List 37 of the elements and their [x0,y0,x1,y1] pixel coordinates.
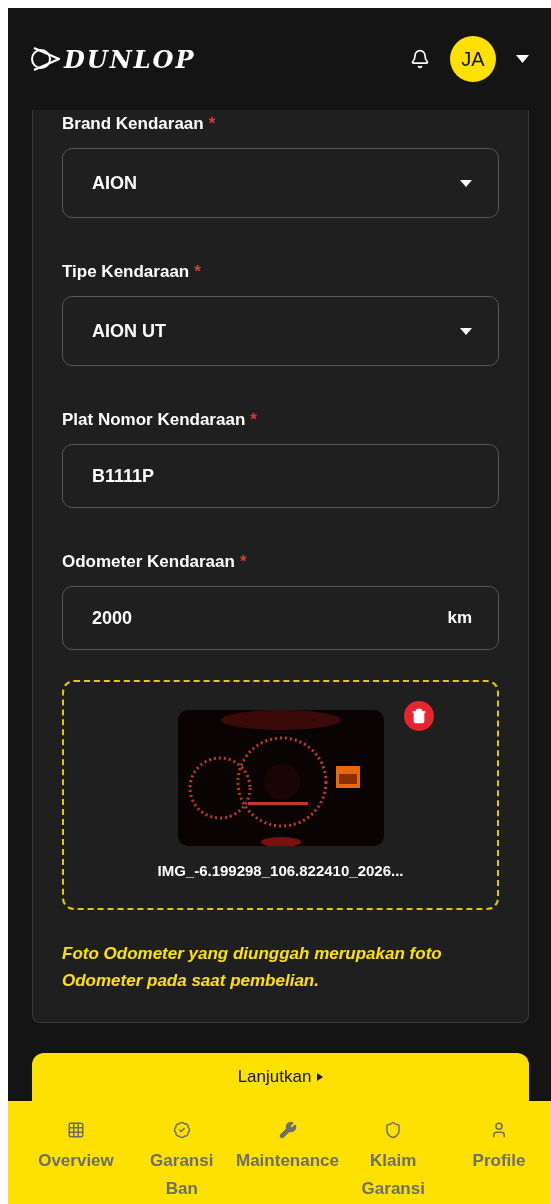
nav-item[interactable]: Overview [38,1147,114,1175]
caret-icon [460,179,472,187]
nav-item[interactable]: Maintenance [236,1147,339,1175]
arrow-right-icon [317,1073,324,1081]
select-field[interactable]: AION UT [62,296,499,366]
field-label: Tipe Kendaraan [62,262,190,281]
caret-icon [460,327,472,335]
upload-area[interactable]: IMG_-6.199298_106.822410_2026... [62,680,499,910]
logo-icon [30,46,60,72]
input-field[interactable]: 2000 km [62,586,499,650]
continue-button[interactable]: Lanjutkan [32,1053,529,1101]
trash-icon [411,708,427,724]
brand-logo: DUNLOP [64,44,196,74]
nav-item[interactable]: Profile [472,1147,526,1175]
wrench-icon[interactable] [278,1121,297,1139]
note-text: Foto Odometer yang diunggah merupakan foto Odometer pada saat pembelian. [62,943,443,992]
shield-icon[interactable] [384,1121,403,1139]
unit-label: km [447,608,472,628]
field-label: Plat Nomor Kendaraan [62,410,246,429]
required-mark: * [239,552,247,571]
field-label: Odometer Kendaraan [62,552,235,571]
delete-button[interactable] [404,701,434,731]
nav-item[interactable]: Garansi Ban [150,1147,214,1203]
user-icon[interactable] [490,1121,508,1139]
input-field[interactable]: B1111P [62,444,499,508]
caret-icon[interactable] [516,55,529,63]
required-mark: * [194,262,201,281]
select-field[interactable]: AION [62,148,499,218]
required-mark: * [208,114,216,133]
grid-icon[interactable] [67,1121,85,1139]
field-label: Brand Kendaraan [62,114,204,133]
badge-check-icon[interactable] [172,1121,191,1139]
bell-icon[interactable] [410,49,430,69]
file-name: IMG_-6.199298_106.822410_2026... [157,862,404,879]
required-mark: * [250,410,257,429]
nav-item[interactable]: Klaim Garansi [361,1147,425,1203]
user-avatar[interactable]: JA [450,36,496,82]
